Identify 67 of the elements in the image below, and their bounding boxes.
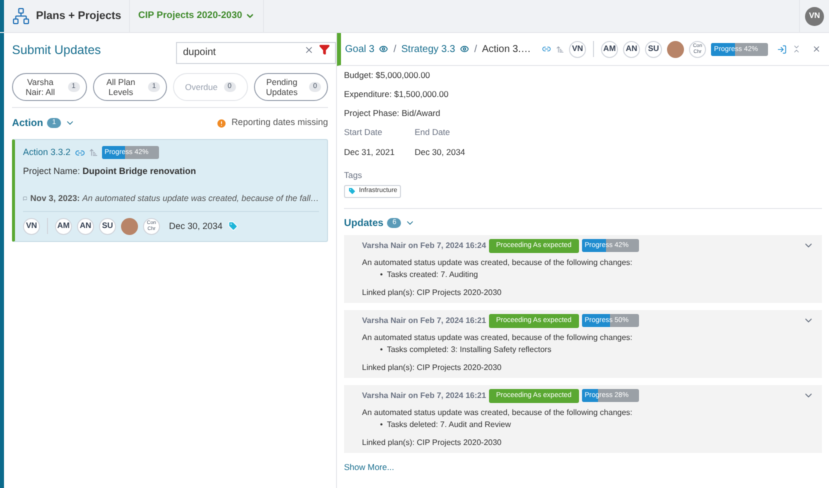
update-bullet: Tasks deleted: 7. Audit and Review	[386, 418, 511, 431]
update-text: An automated status update was created, because of the following changes:	[362, 406, 634, 419]
warning-text: Reporting dates missing	[231, 116, 328, 130]
linked-plans: Linked plan(s): CIP Projects 2020-2030	[362, 362, 502, 374]
date-label: End Date	[414, 126, 452, 139]
comment-text: Nov 3, 2023: An automated status update was created, because of the fall…	[30, 192, 319, 205]
filter-icon[interactable]	[319, 44, 330, 55]
tag-icon	[228, 221, 238, 232]
link-icon[interactable]	[542, 44, 551, 54]
bullet-marker: •	[380, 268, 383, 281]
bullet-marker: •	[380, 344, 383, 356]
update-author: Varsha Nair on Feb 7, 2024 16:21	[362, 390, 486, 402]
update-bullet: Tasks created: 7. Auditing	[386, 268, 478, 281]
tags-label: Tags	[344, 169, 363, 182]
detail-text: Budget: $5,000,000.00	[344, 69, 432, 82]
date-label: Start Date	[344, 126, 384, 139]
avatar[interactable]: VN	[23, 218, 40, 235]
avatar-photo[interactable]	[667, 40, 684, 58]
breadcrumb-link[interactable]: Strategy 3.3	[401, 42, 456, 56]
update-author: Varsha Nair on Feb 7, 2024 16:21	[362, 314, 486, 327]
end-date: Dec 30, 2034	[169, 220, 223, 232]
linked-plans: Linked plan(s): CIP Projects 2020-2030	[362, 286, 502, 299]
date-value: Dec 31, 2021	[344, 146, 395, 159]
avatar[interactable]: AN	[77, 218, 94, 235]
breadcrumb-current: Action 3.…	[482, 42, 531, 56]
link-icon[interactable]	[74, 148, 85, 158]
update-text: An automated status update was created, because of the following changes:	[362, 256, 634, 269]
section-title: Updates	[344, 216, 384, 231]
search-field[interactable]: dupoint	[176, 42, 336, 64]
caret-icon	[245, 11, 256, 21]
update-author: Varsha Nair on Feb 7, 2024 16:24	[362, 240, 486, 252]
avatar[interactable]: AN	[623, 40, 640, 58]
avatar-photo[interactable]	[121, 218, 138, 235]
comment-icon	[23, 194, 28, 203]
tag-icon	[348, 187, 356, 196]
update-bullet: Tasks completed: 3: Installing Safety reflectors	[386, 344, 552, 356]
breadcrumb-link[interactable]: Goal 3	[345, 42, 374, 56]
panel-title: Submit Updates	[12, 42, 101, 59]
action-link[interactable]: Action 3.3.2	[23, 146, 71, 160]
detail-text: Project Phase: Bid/Award	[344, 107, 442, 120]
collapse-icon[interactable]	[792, 44, 801, 54]
clear-icon[interactable]	[304, 45, 314, 55]
linked-plans: Linked plan(s): CIP Projects 2020-2030	[362, 436, 502, 449]
avatar[interactable]: AM	[55, 218, 72, 235]
bullet-marker: •	[380, 418, 383, 431]
avatar[interactable]: SU	[645, 40, 662, 58]
warning-icon	[216, 118, 228, 128]
close-icon[interactable]	[812, 44, 821, 54]
update-text: An automated status update was created, because of the following changes:	[362, 332, 634, 344]
user-avatar[interactable]: VN	[805, 6, 824, 26]
eye-icon[interactable]	[379, 44, 388, 54]
detail-text: Expenditure: $1,500,000.00	[344, 88, 450, 101]
eye-icon[interactable]	[460, 44, 470, 54]
sort-icon[interactable]	[556, 44, 564, 54]
project-name: Project Name: Dupoint Bridge renovation	[23, 164, 198, 178]
app-title: Plans + Projects	[36, 8, 122, 24]
enter-icon[interactable]	[777, 44, 787, 54]
avatar[interactable]: VN	[569, 40, 586, 58]
breadcrumb-separator: /	[393, 42, 396, 56]
avatar[interactable]: SU	[99, 218, 116, 235]
show-more-link[interactable]: Show More...	[344, 460, 822, 474]
plan-selector[interactable]: CIP Projects 2020-2030	[130, 0, 264, 32]
breadcrumb-separator: /	[474, 42, 477, 56]
section-title: Action	[12, 116, 44, 130]
avatar[interactable]: AM	[601, 40, 618, 58]
date-value: Dec 30, 2034	[414, 146, 466, 159]
hierarchy-icon	[12, 7, 30, 25]
